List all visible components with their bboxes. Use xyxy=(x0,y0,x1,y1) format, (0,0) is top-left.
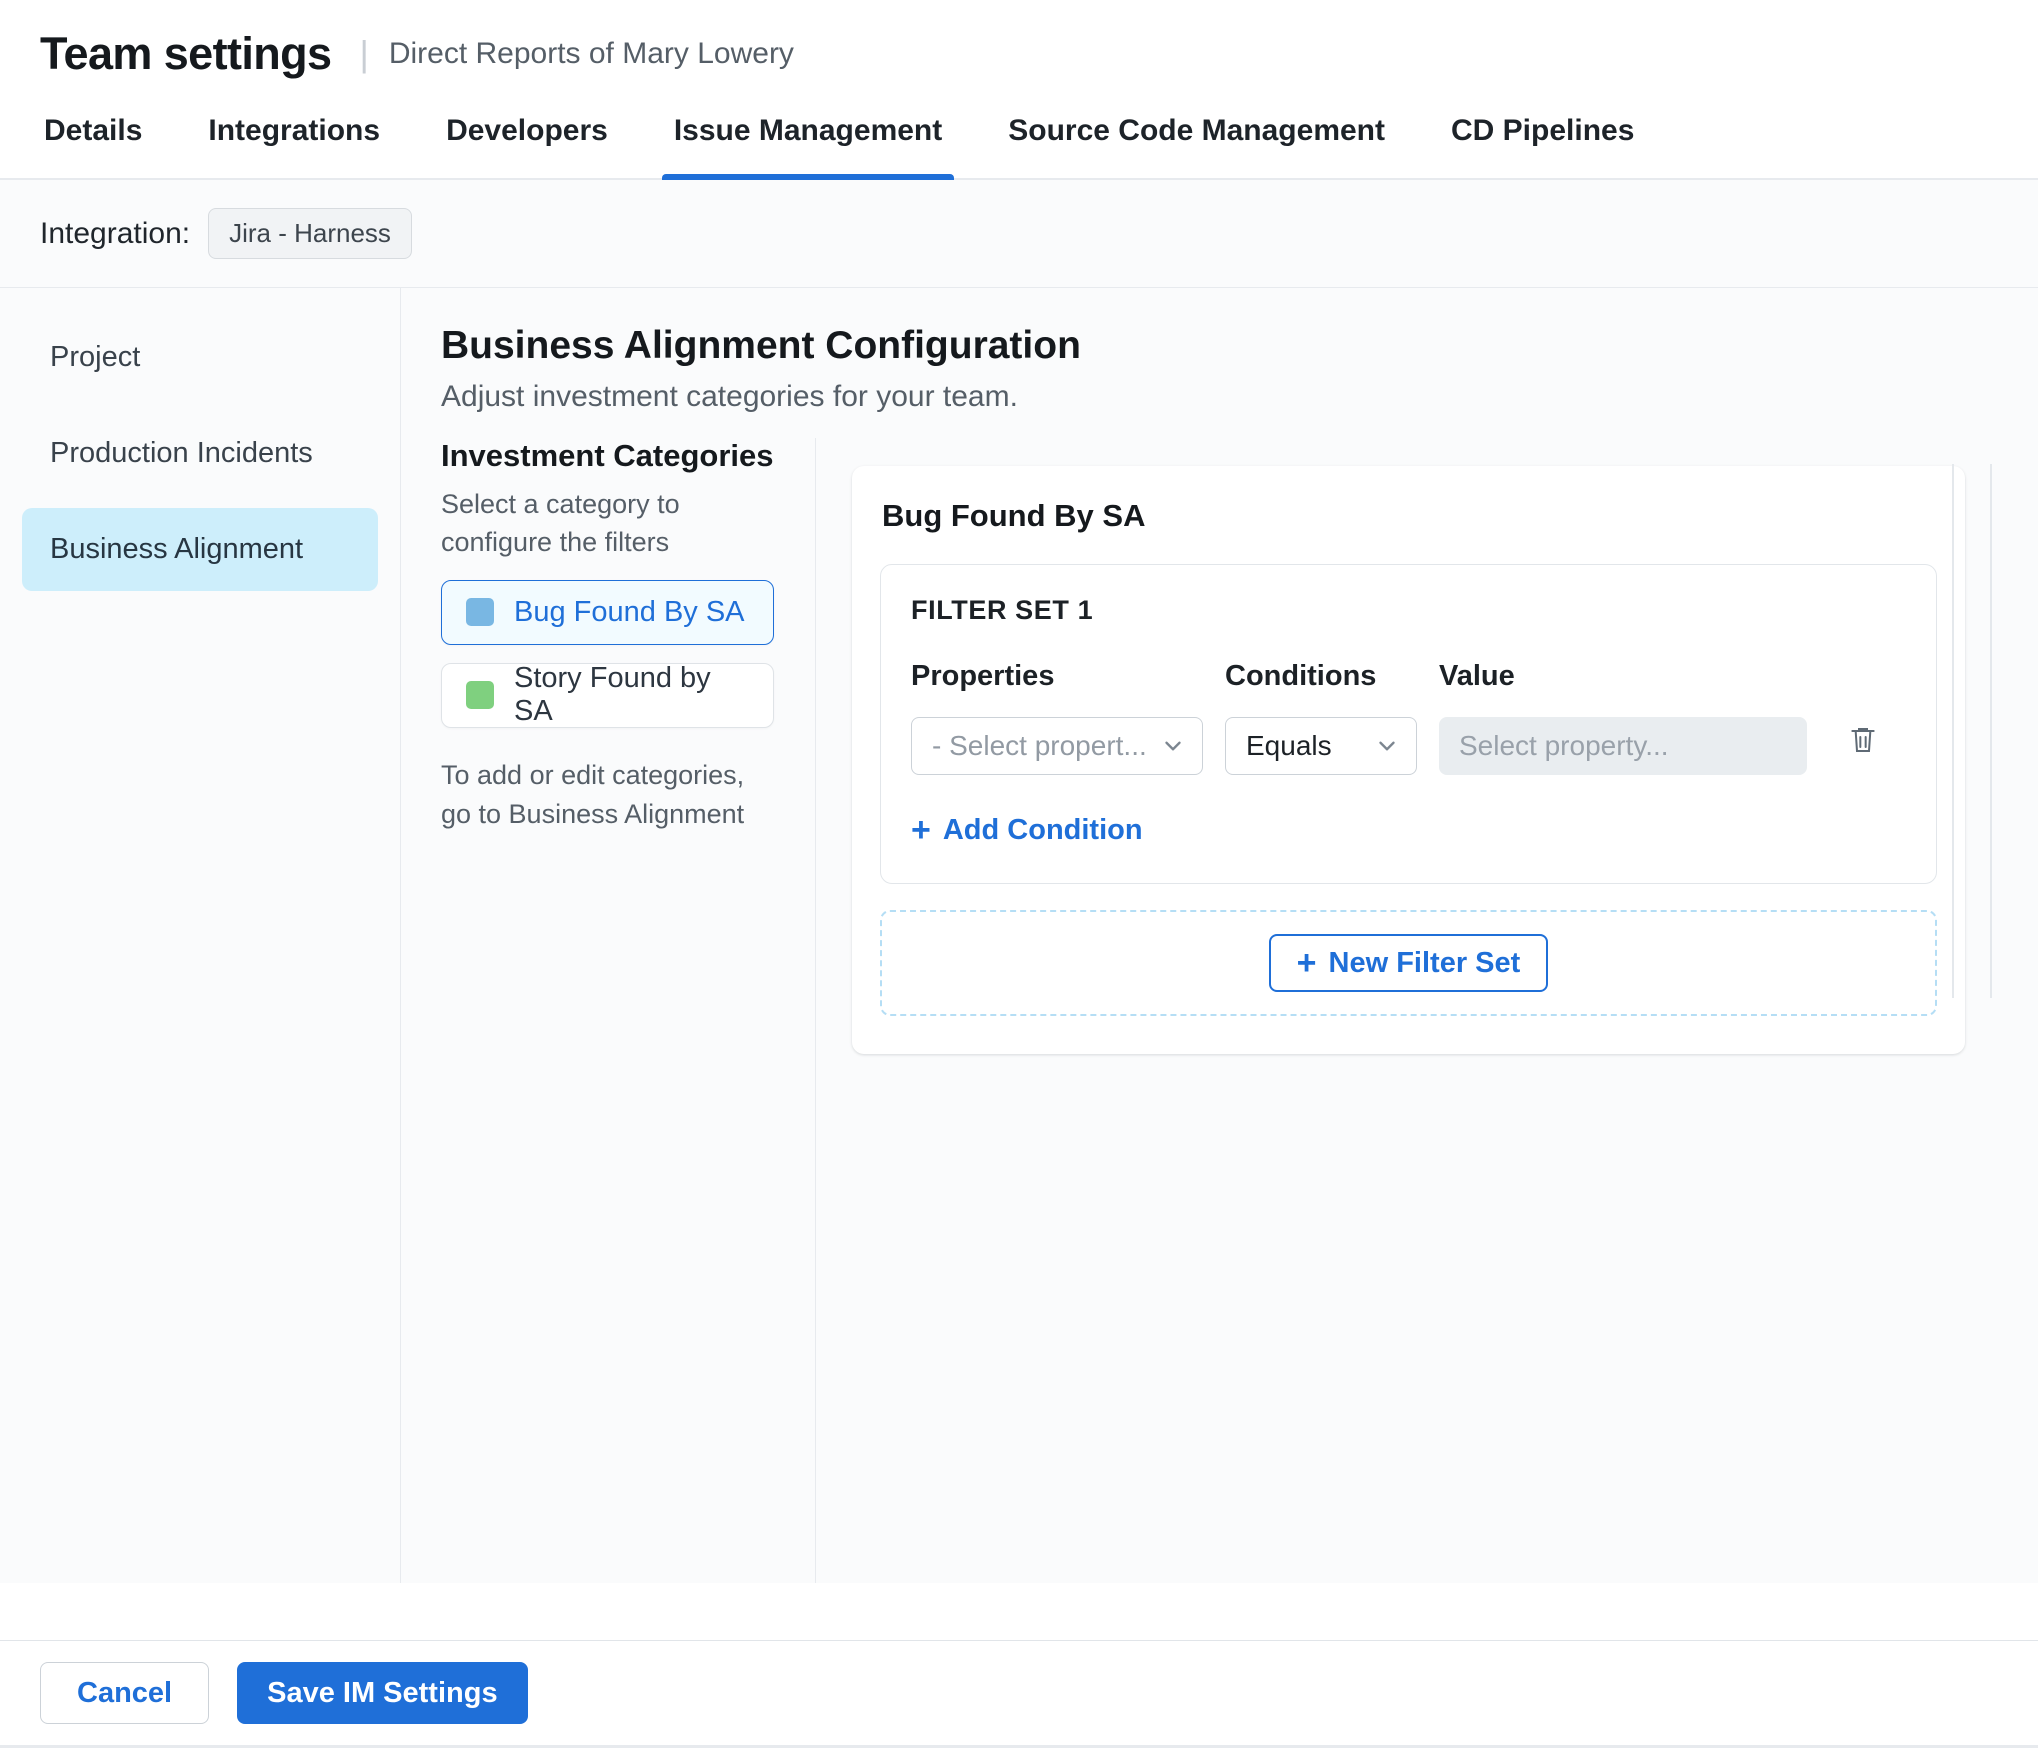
new-filter-set-dropzone: + New Filter Set xyxy=(880,910,1937,1016)
tab-cd-pipelines[interactable]: CD Pipelines xyxy=(1449,100,1636,178)
filter-condition-row: Properties - Select propert... Condition… xyxy=(911,660,1906,775)
integration-bar: Integration: Jira - Harness xyxy=(0,180,2038,288)
condition-select-value: Equals xyxy=(1246,730,1332,761)
categories-note: To add or edit categories, go to Busines… xyxy=(441,759,745,829)
chevron-down-icon xyxy=(1165,741,1181,751)
value-column: Value xyxy=(1439,660,1807,775)
sidebar-item-project[interactable]: Project xyxy=(22,316,378,399)
filter-panel-column: Bug Found By SA FILTER SET 1 Properties … xyxy=(816,438,2038,1583)
section-subtitle: Adjust investment categories for your te… xyxy=(441,380,1018,413)
title-divider: | xyxy=(359,33,369,74)
category-story-found-by-sa[interactable]: Story Found by SA xyxy=(441,662,774,728)
scrollbar-line xyxy=(1952,464,1954,998)
plus-icon: + xyxy=(1296,944,1317,982)
category-bug-found-by-sa[interactable]: Bug Found By SA xyxy=(441,579,774,645)
sidebar-item-business-alignment[interactable]: Business Alignment xyxy=(22,508,378,591)
value-label: Value xyxy=(1439,660,1515,692)
tab-bar: Details Integrations Developers Issue Ma… xyxy=(0,100,2038,180)
chevron-down-icon xyxy=(1379,741,1395,751)
new-filter-set-label: New Filter Set xyxy=(1328,946,1521,979)
integration-label: Integration: xyxy=(40,216,191,250)
properties-label: Properties xyxy=(911,660,1055,692)
sidebar-item-production-incidents[interactable]: Production Incidents xyxy=(22,412,378,495)
integration-chip[interactable]: Jira - Harness xyxy=(208,208,412,259)
category-label: Bug Found By SA xyxy=(514,595,745,628)
business-alignment-section: Business Alignment Configuration Adjust … xyxy=(401,288,2038,1583)
trash-icon xyxy=(1851,728,1875,752)
category-label: Story Found by SA xyxy=(514,662,711,728)
investment-categories-column: Investment Categories Select a category … xyxy=(441,438,816,1583)
settings-sidebar: Project Production Incidents Business Al… xyxy=(0,288,401,1583)
conditions-label: Conditions xyxy=(1225,660,1377,692)
tab-developers[interactable]: Developers xyxy=(444,100,610,178)
tab-integrations[interactable]: Integrations xyxy=(206,100,382,178)
page-header: Team settings | Direct Reports of Mary L… xyxy=(0,0,2038,100)
footer-action-bar: Cancel Save IM Settings xyxy=(0,1640,2038,1748)
new-filter-set-button[interactable]: + New Filter Set xyxy=(1268,934,1549,992)
content-area: Project Production Incidents Business Al… xyxy=(0,288,2038,1583)
property-select[interactable]: - Select propert... xyxy=(911,717,1203,775)
filter-set-heading: FILTER SET 1 xyxy=(911,595,1094,625)
save-im-settings-button[interactable]: Save IM Settings xyxy=(237,1662,528,1724)
conditions-column: Conditions Equals xyxy=(1225,660,1417,775)
section-title: Business Alignment Configuration xyxy=(441,324,1081,367)
investment-categories-heading: Investment Categories xyxy=(441,438,774,473)
scrollbar-line xyxy=(1990,464,1992,998)
category-color-swatch xyxy=(466,681,494,710)
filter-set-1: FILTER SET 1 Properties - Select propert… xyxy=(880,564,1937,884)
tab-issue-management[interactable]: Issue Management xyxy=(661,100,955,180)
panel-title: Bug Found By SA xyxy=(882,498,1146,533)
configuration-columns: Investment Categories Select a category … xyxy=(441,438,2038,1583)
plus-icon: + xyxy=(911,811,931,849)
category-filter-panel: Bug Found By SA FILTER SET 1 Properties … xyxy=(852,466,1965,1054)
property-select-value: - Select propert... xyxy=(932,730,1147,761)
delete-condition-button[interactable] xyxy=(1841,716,1885,765)
cancel-button[interactable]: Cancel xyxy=(40,1662,210,1724)
page-title: Team settings xyxy=(40,28,332,79)
team-settings-page: Team settings | Direct Reports of Mary L… xyxy=(0,0,2038,1748)
properties-column: Properties - Select propert... xyxy=(911,660,1203,775)
add-condition-label: Add Condition xyxy=(942,813,1143,846)
page-subtitle: Direct Reports of Mary Lowery xyxy=(388,37,794,70)
condition-select[interactable]: Equals xyxy=(1225,717,1417,775)
value-input[interactable] xyxy=(1439,717,1807,775)
tab-source-code-management[interactable]: Source Code Management xyxy=(1006,100,1387,178)
add-condition-button[interactable]: + Add Condition xyxy=(911,813,1143,847)
investment-categories-description: Select a category to configure the filte… xyxy=(441,489,680,557)
tab-details[interactable]: Details xyxy=(42,100,144,178)
category-color-swatch xyxy=(466,598,494,627)
